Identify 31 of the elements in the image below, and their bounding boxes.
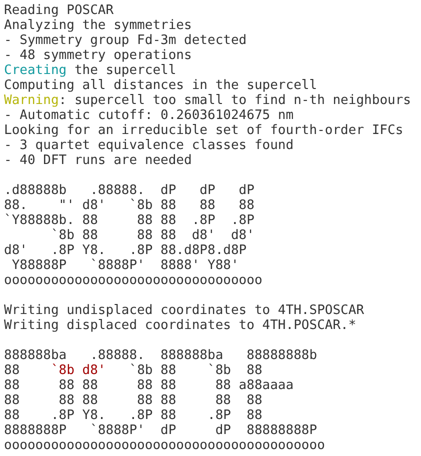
terminal-line: Writing displaced coordinates to 4TH.POSCAR.* — [4, 318, 358, 333]
terminal-line: Computing all distances in the supercell — [4, 78, 318, 93]
terminal-line: - Automatic cutoff: 0.260361024675 nm — [4, 108, 295, 123]
terminal-line: 88 88 88 88 88 88 a88aaaa — [4, 378, 295, 393]
terminal-text: 88 — [4, 363, 21, 378]
terminal-line: 888888ba .88888. 888888ba 88888888b — [4, 348, 318, 363]
terminal-text: `8b 88 `8b 88 — [128, 363, 262, 378]
terminal-text: : supercell too small to find n-th neighbours — [58, 93, 411, 108]
highlighted-text: `8b d8' — [50, 363, 106, 378]
terminal-line: Reading POSCAR — [4, 3, 115, 18]
terminal-line: 8888888P `8888P' dP dP 88888888P — [4, 423, 318, 438]
terminal-line: 88 88 88 88 88 88 88 — [4, 393, 264, 408]
terminal-line: - Symmetry group Fd-3m detected — [4, 33, 248, 48]
terminal-line: `8b 88 88 88 d8' d8' — [50, 228, 256, 243]
terminal-line: Writing undisplaced coordinates to 4TH.SPOSCAR — [4, 303, 366, 318]
terminal-line: 88. "' d8' `8b 88 88 88 — [4, 198, 256, 213]
terminal-line: Y88888P `8888P' 8888' Y88' — [10, 258, 240, 273]
terminal-line: .d88888b .88888. dP dP dP — [4, 183, 256, 198]
terminal-line: - 48 symmetry operations — [4, 48, 193, 63]
highlighted-text: Warning — [4, 93, 59, 108]
terminal-line: `Y88888b. 88 88 88 .8P .8P — [4, 213, 256, 228]
terminal-line: Analyzing the symmetries — [4, 18, 193, 33]
highlighted-text: Creating — [4, 63, 67, 78]
terminal-line: ooooooooooooooooooooooooooooooooooooooooo — [4, 438, 326, 453]
terminal-line: - 40 DFT runs are needed — [4, 153, 193, 168]
terminal-line: - 3 quartet equivalence classes found — [4, 138, 295, 153]
terminal-text: the supercell — [73, 63, 176, 78]
terminal-line: ooooooooooooooooooooooooooooooooo — [4, 273, 264, 288]
terminal-line: Looking for an irreducible set of fourth-order IFCs — [4, 123, 404, 138]
terminal-line: 88 .8P Y8. .8P 88 .8P 88 — [4, 408, 264, 423]
terminal-line: d8' .8P Y8. .8P 88.d8P8.d8P — [4, 243, 248, 258]
